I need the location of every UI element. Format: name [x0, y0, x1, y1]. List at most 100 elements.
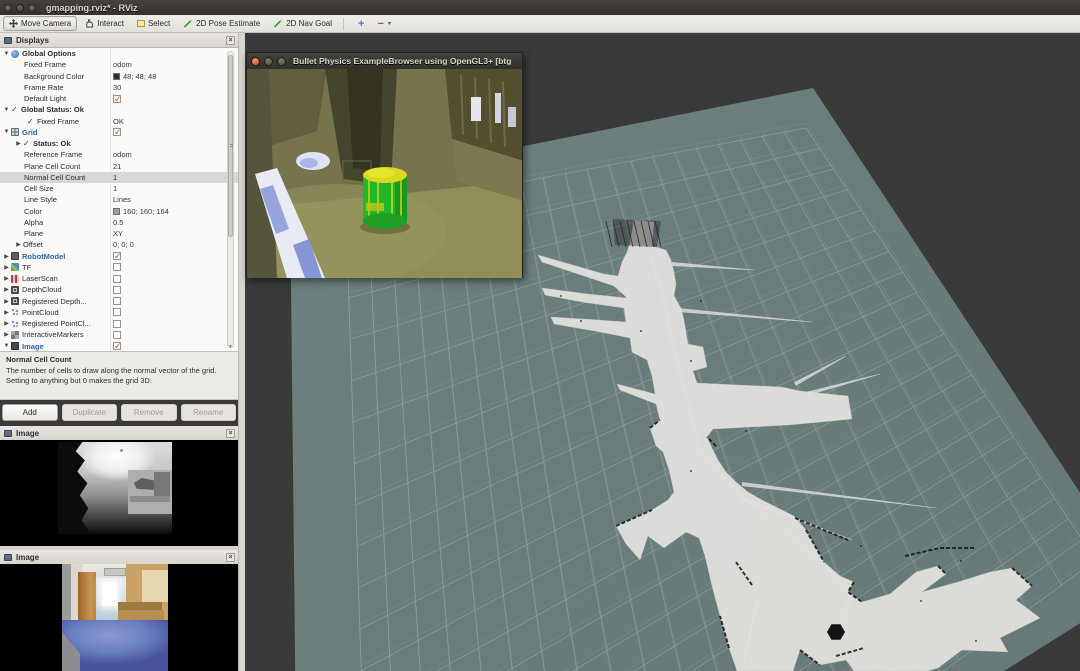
tree-row-fixed-frame-status[interactable]: Fixed Frame OK [0, 116, 238, 127]
maximize-icon[interactable] [28, 4, 36, 12]
minimize-icon[interactable] [16, 4, 24, 12]
close-icon[interactable] [4, 4, 12, 12]
expander-icon[interactable] [2, 264, 11, 271]
bullet-physics-window[interactable]: Bullet Physics ExampleBrowser using Open… [246, 52, 523, 278]
bullet-window-title: Bullet Physics ExampleBrowser using Open… [293, 56, 511, 66]
tree-row-frame-rate[interactable]: Frame Rate 30 [0, 82, 238, 93]
tree-row-registered-pointcloud[interactable]: Registered PointCl... [0, 318, 238, 329]
image-panel-2-header[interactable]: Image × [0, 550, 238, 565]
expander-icon[interactable] [2, 343, 11, 349]
checkbox-icon[interactable] [113, 320, 121, 328]
tree-row-line-style[interactable]: Line Style Lines [0, 194, 238, 205]
expander-icon[interactable] [2, 275, 11, 282]
tree-row-color[interactable]: Color 160; 160; 164 [0, 206, 238, 217]
rename-button[interactable]: Rename [181, 404, 237, 421]
tree-row-grid[interactable]: Grid [0, 127, 238, 138]
tree-row-registered-depthcloud[interactable]: Registered Depth... [0, 296, 238, 307]
tree-row-global-status[interactable]: Global Status: Ok [0, 104, 238, 115]
interactive-marker-icon [11, 331, 19, 339]
tree-row-robotmodel[interactable]: RobotModel [0, 251, 238, 262]
expander-icon[interactable] [2, 129, 11, 135]
tree-row-default-light[interactable]: Default Light [0, 93, 238, 104]
tree-row-cell-size[interactable]: Cell Size 1 [0, 183, 238, 194]
checkbox-checked-icon[interactable] [113, 342, 121, 350]
vertical-splitter[interactable] [238, 33, 245, 671]
tree-row-global-options[interactable]: Global Options [0, 48, 238, 59]
help-title: Normal Cell Count [6, 355, 232, 364]
camera-icon [11, 286, 19, 294]
displays-tree[interactable]: Global Options Fixed Frame odom Backgrou… [0, 48, 238, 352]
status-ok-check-icon [23, 139, 33, 148]
close-panel-icon[interactable]: × [226, 429, 235, 438]
expander-icon[interactable] [2, 320, 11, 327]
bullet-window-titlebar[interactable]: Bullet Physics ExampleBrowser using Open… [247, 53, 522, 69]
tree-row-plane[interactable]: Plane XY [0, 228, 238, 239]
tool-interact[interactable]: Interact [80, 17, 129, 30]
tree-row-reference-frame[interactable]: Reference Frame odom [0, 149, 238, 160]
tree-row-offset[interactable]: Offset 0; 0; 0 [0, 239, 238, 250]
move-icon [9, 19, 18, 28]
minimize-icon[interactable] [264, 57, 273, 66]
tree-row-alpha[interactable]: Alpha 0.5 [0, 217, 238, 228]
expander-icon[interactable] [14, 140, 23, 147]
checkbox-icon[interactable] [113, 297, 121, 305]
scrollbar-down-arrow[interactable]: ▼ [228, 344, 233, 350]
expander-icon[interactable] [2, 298, 11, 305]
tool-label: 2D Pose Estimate [196, 19, 260, 28]
tree-scrollbar[interactable] [227, 51, 234, 348]
checkbox-icon[interactable] [113, 286, 121, 294]
tree-row-laserscan[interactable]: LaserScan [0, 273, 238, 284]
status-ok-check-icon [27, 117, 37, 126]
expander-icon[interactable] [2, 253, 11, 260]
tree-row-fixed-frame[interactable]: Fixed Frame odom [0, 59, 238, 70]
tree-row-background-color[interactable]: Background Color 48; 48; 48 [0, 71, 238, 82]
rviz-window: gmapping.rviz* - RViz Move Camera Intera… [0, 0, 1080, 671]
checkbox-icon[interactable] [113, 331, 121, 339]
chevron-down-icon: ▾ [388, 20, 391, 27]
add-button[interactable]: Add [2, 404, 58, 421]
tree-row-pointcloud[interactable]: PointCloud [0, 307, 238, 318]
expander-icon[interactable] [2, 51, 11, 57]
close-panel-icon[interactable]: × [226, 36, 235, 45]
checkbox-icon[interactable] [113, 275, 121, 283]
tool-2d-pose-estimate[interactable]: 2D Pose Estimate [178, 17, 265, 30]
add-tool-button[interactable]: + [353, 17, 369, 31]
pointcloud-icon [11, 320, 19, 328]
tree-row-image[interactable]: Image [0, 341, 238, 352]
close-icon[interactable] [251, 57, 260, 66]
checkbox-checked-icon[interactable] [113, 252, 121, 260]
expander-icon[interactable] [2, 309, 11, 316]
image-panel-1-header[interactable]: Image × [0, 426, 238, 441]
displays-panel-header[interactable]: Displays × [0, 33, 238, 48]
depth-ceiling-dot [120, 449, 123, 452]
tree-row-depthcloud[interactable]: DepthCloud [0, 284, 238, 295]
scrollbar-handle[interactable] [228, 55, 233, 237]
plus-icon: + [358, 19, 364, 29]
tree-row-tf[interactable]: TF [0, 262, 238, 273]
expander-icon[interactable] [2, 286, 11, 293]
ceiling-light [104, 568, 126, 576]
checkbox-icon[interactable] [113, 308, 121, 316]
duplicate-button[interactable]: Duplicate [62, 404, 118, 421]
tree-row-grid-status[interactable]: Status: Ok [0, 138, 238, 149]
expander-icon[interactable] [14, 241, 23, 248]
tool-move-camera[interactable]: Move Camera [3, 16, 77, 31]
checkbox-checked-icon[interactable] [113, 95, 121, 103]
bullet-render-view[interactable] [247, 69, 522, 278]
checkbox-icon[interactable] [113, 263, 121, 271]
remove-tool-button[interactable]: −▾ [372, 17, 395, 31]
tool-select[interactable]: Select [132, 17, 175, 30]
tree-row-normal-cell-count[interactable]: Normal Cell Count 1 [0, 172, 238, 183]
tool-2d-nav-goal[interactable]: 2D Nav Goal [268, 17, 337, 30]
close-panel-icon[interactable]: × [226, 553, 235, 562]
maximize-icon[interactable] [277, 57, 286, 66]
tree-row-plane-cell-count[interactable]: Plane Cell Count 21 [0, 161, 238, 172]
expander-icon[interactable] [2, 331, 11, 338]
expander-icon[interactable] [2, 107, 11, 113]
image-panel-title: Image [16, 429, 39, 438]
checkbox-checked-icon[interactable] [113, 128, 121, 136]
tree-row-interactivemarkers[interactable]: InteractiveMarkers [0, 329, 238, 340]
remove-button[interactable]: Remove [121, 404, 177, 421]
window-titlebar[interactable]: gmapping.rviz* - RViz [0, 0, 1080, 15]
image-panel-title: Image [16, 553, 39, 562]
